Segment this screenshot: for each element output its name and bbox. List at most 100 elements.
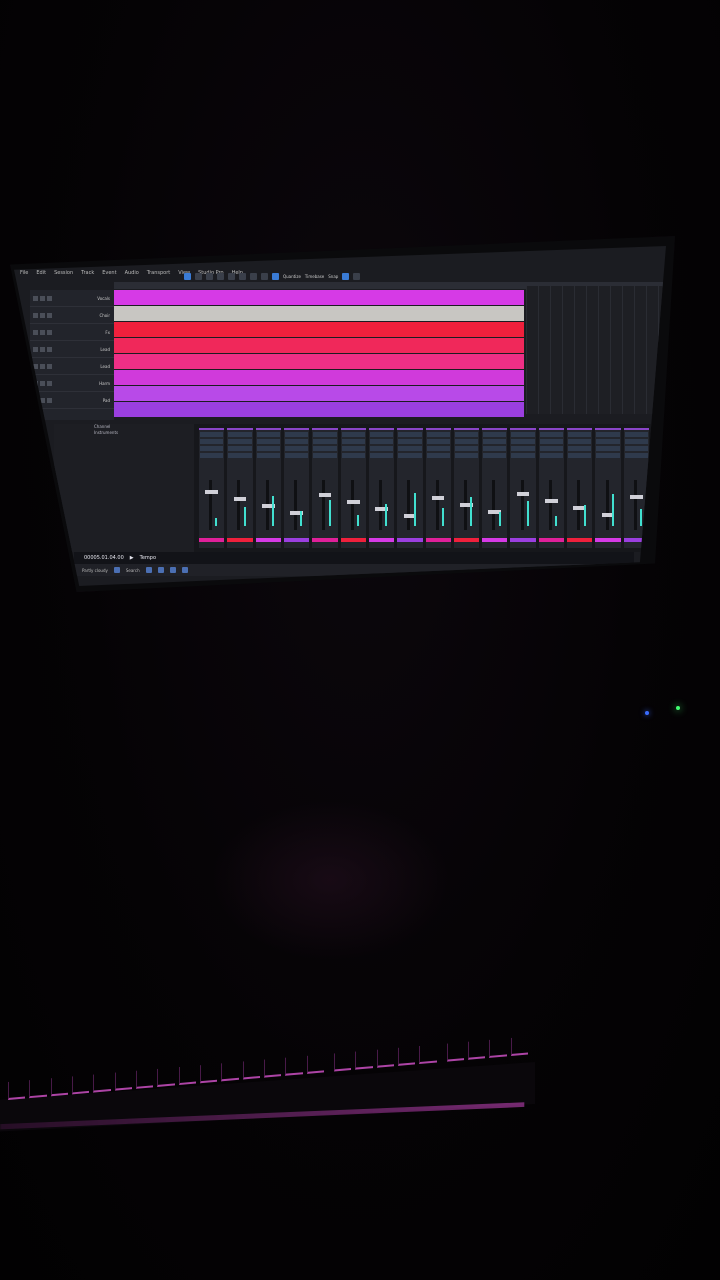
track-header[interactable]: Choir [30,307,114,324]
insert-slot[interactable] [539,439,564,444]
channel-strip[interactable] [312,428,338,548]
insert-slot[interactable] [483,453,507,458]
insert-slot[interactable] [511,439,535,444]
channel-strip[interactable] [340,428,366,548]
clip-lane[interactable] [114,306,524,321]
insert-slot[interactable] [483,446,507,451]
channel-strip[interactable] [368,428,395,548]
mute-tool-icon[interactable] [239,272,246,280]
app-icon[interactable] [145,567,152,573]
insert-slot[interactable] [228,439,252,444]
channel-strip[interactable] [199,428,225,548]
insert-slot[interactable] [284,453,309,458]
insert-slot[interactable] [539,432,564,437]
channel-strip[interactable] [453,428,480,548]
fader-cap[interactable] [630,495,643,499]
insert-slot[interactable] [426,439,450,444]
insert-slot[interactable] [256,453,280,458]
arrow-tool-icon[interactable] [184,272,191,280]
split-tool-icon[interactable] [206,272,213,280]
insert-slot[interactable] [596,446,620,451]
record-button[interactable] [47,329,52,335]
record-button[interactable] [47,312,52,318]
snap-toggle-icon[interactable] [272,272,279,280]
menu-item[interactable]: Event [102,270,116,280]
fader-cap[interactable] [318,493,332,497]
insert-slot[interactable] [200,439,224,444]
start-icon[interactable] [113,567,120,573]
insert-slot[interactable] [341,439,365,444]
insert-slot[interactable] [398,439,422,444]
insert-slot[interactable] [284,439,309,444]
fader-cap[interactable] [233,497,247,501]
insert-slot[interactable] [228,446,252,451]
track-header[interactable]: Pad [30,392,114,409]
insert-slot[interactable] [369,446,394,451]
fader-cap[interactable] [346,500,360,504]
insert-slot[interactable] [596,439,620,444]
track-header[interactable]: Lead [30,358,114,375]
insert-slot[interactable] [624,432,648,437]
menu-item[interactable]: Audio [125,270,139,280]
record-button[interactable] [47,397,52,403]
channel-strip[interactable] [538,428,565,548]
menu-item[interactable]: Edit [36,270,46,280]
tempo-label[interactable]: Tempo [140,555,156,561]
fader-cap[interactable] [545,499,558,503]
solo-button[interactable] [40,329,45,335]
volume-fader[interactable] [322,480,326,530]
channel-strip[interactable] [397,428,423,548]
track-header[interactable]: Lead [30,341,114,358]
volume-fader[interactable] [548,480,552,530]
clip-lane[interactable] [114,354,524,369]
mute-button[interactable] [33,312,38,318]
menu-item[interactable]: Session [54,270,73,280]
insert-slot[interactable] [341,453,365,458]
autoscroll-icon[interactable] [342,272,350,280]
menu-item[interactable]: Transport [147,270,170,280]
bend-tool-icon[interactable] [250,272,257,280]
channel-strip[interactable] [510,428,536,548]
insert-slot[interactable] [539,446,564,451]
listen-tool-icon[interactable] [261,272,268,280]
timebase-label[interactable]: Timebase [305,274,324,279]
empty-timeline-grid[interactable] [526,286,666,414]
record-button[interactable] [47,363,52,369]
solo-button[interactable] [40,295,45,301]
taskbar-search[interactable]: Search [126,568,140,573]
insert-slot[interactable] [398,453,422,458]
fader-cap[interactable] [516,492,530,496]
insert-slot[interactable] [369,453,394,458]
record-button[interactable] [47,295,52,301]
volume-fader[interactable] [350,480,354,530]
fader-cap[interactable] [205,490,218,494]
menu-item[interactable]: File [20,270,28,280]
volume-fader[interactable] [209,480,213,530]
eraser-tool-icon[interactable] [217,272,224,280]
insert-slot[interactable] [511,446,535,451]
insert-slot[interactable] [454,432,479,437]
solo-button[interactable] [40,363,45,369]
volume-fader[interactable] [237,480,241,530]
insert-slot[interactable] [426,446,450,451]
insert-slot[interactable] [596,432,620,437]
play-button[interactable]: ▶ [130,555,134,561]
insert-slot[interactable] [624,439,648,444]
insert-slot[interactable] [568,446,592,451]
insert-slot[interactable] [426,453,450,458]
volume-fader[interactable] [577,480,581,530]
insert-slot[interactable] [284,446,309,451]
volume-fader[interactable] [605,480,609,530]
edit-toggle-icon[interactable] [353,272,361,280]
insert-slot[interactable] [426,432,450,437]
insert-slot[interactable] [454,439,479,444]
channel-strip[interactable] [567,428,593,548]
insert-slot[interactable] [398,446,422,451]
insert-slot[interactable] [200,446,224,451]
record-button[interactable] [47,346,52,352]
insert-slot[interactable] [568,453,592,458]
quantize-label[interactable]: Quantize [283,274,301,279]
clip-lane[interactable] [114,402,524,417]
channel-strip[interactable] [283,428,310,548]
insert-slot[interactable] [568,439,592,444]
